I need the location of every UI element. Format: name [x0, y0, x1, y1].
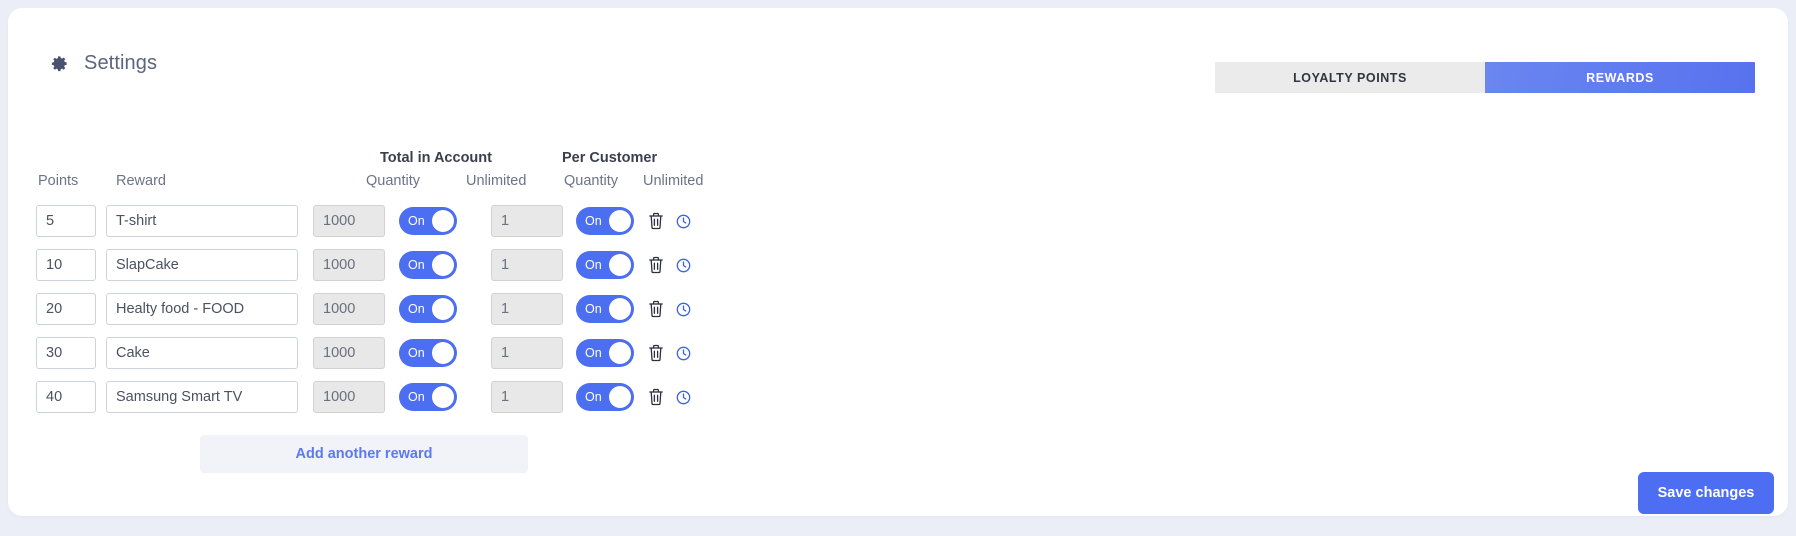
- toggle-knob: [609, 342, 631, 364]
- clock-icon[interactable]: [674, 387, 693, 408]
- column-header-points: Points: [38, 173, 79, 189]
- trash-icon[interactable]: [646, 387, 665, 408]
- settings-tab-group: LOYALTY POINTS REWARDS: [1215, 62, 1755, 93]
- per-customer-unlimited-toggle[interactable]: On: [576, 339, 634, 367]
- per-customer-quantity-input: [491, 381, 563, 413]
- total-unlimited-toggle[interactable]: On: [399, 207, 457, 235]
- trash-icon[interactable]: [646, 343, 665, 364]
- per-customer-quantity-input: [491, 293, 563, 325]
- toggle-knob: [609, 386, 631, 408]
- toggle-state-label: On: [585, 345, 602, 360]
- toggle-state-label: On: [408, 213, 425, 228]
- save-changes-button[interactable]: Save changes: [1638, 472, 1774, 514]
- reward-name-input[interactable]: [106, 249, 298, 281]
- reward-name-input[interactable]: [106, 293, 298, 325]
- reward-name-input[interactable]: [106, 337, 298, 369]
- trash-icon[interactable]: [646, 211, 665, 232]
- per-customer-quantity-input: [491, 249, 563, 281]
- page-title: Settings: [84, 52, 158, 74]
- clock-icon[interactable]: [674, 255, 693, 276]
- toggle-state-label: On: [408, 257, 425, 272]
- column-header-reward: Reward: [116, 173, 166, 189]
- toggle-state-label: On: [585, 257, 602, 272]
- toggle-knob: [609, 298, 631, 320]
- per-customer-quantity-input: [491, 205, 563, 237]
- toggle-knob: [432, 342, 454, 364]
- points-input[interactable]: [36, 337, 96, 369]
- total-unlimited-toggle[interactable]: On: [399, 295, 457, 323]
- gear-icon: [50, 54, 69, 73]
- points-input[interactable]: [36, 205, 96, 237]
- table-column-header-row: Points Reward Quantity Unlimited Quantit…: [36, 173, 703, 196]
- tab-rewards[interactable]: REWARDS: [1485, 62, 1755, 93]
- toggle-knob: [432, 386, 454, 408]
- toggle-state-label: On: [408, 345, 425, 360]
- points-input[interactable]: [36, 249, 96, 281]
- clock-icon[interactable]: [674, 211, 693, 232]
- tab-loyalty-points[interactable]: LOYALTY POINTS: [1215, 62, 1485, 93]
- table-row: On On: [36, 205, 693, 237]
- per-customer-unlimited-toggle[interactable]: On: [576, 295, 634, 323]
- reward-name-input[interactable]: [106, 205, 298, 237]
- table-row: On On: [36, 381, 693, 413]
- page-header: Settings: [50, 53, 157, 73]
- toggle-state-label: On: [408, 301, 425, 316]
- table-row: On On: [36, 249, 693, 281]
- column-header-total-quantity: Quantity: [366, 173, 420, 189]
- toggle-state-label: On: [585, 213, 602, 228]
- group-header-per-customer: Per Customer: [562, 150, 658, 166]
- total-unlimited-toggle[interactable]: On: [399, 383, 457, 411]
- column-header-per-unlimited: Unlimited: [643, 173, 704, 189]
- toggle-state-label: On: [408, 389, 425, 404]
- group-header-total-in-account: Total in Account: [380, 150, 492, 166]
- points-input[interactable]: [36, 381, 96, 413]
- table-group-header-row: Total in Account Per Customer: [36, 150, 693, 172]
- points-input[interactable]: [36, 293, 96, 325]
- total-quantity-input: [313, 249, 385, 281]
- total-quantity-input: [313, 293, 385, 325]
- reward-rows: On On On On On On On On On On: [36, 205, 693, 413]
- total-quantity-input: [313, 381, 385, 413]
- settings-card: Settings LOYALTY POINTS REWARDS Total in…: [8, 8, 1788, 516]
- toggle-knob: [432, 254, 454, 276]
- per-customer-unlimited-toggle[interactable]: On: [576, 207, 634, 235]
- per-customer-unlimited-toggle[interactable]: On: [576, 251, 634, 279]
- toggle-knob: [432, 210, 454, 232]
- total-quantity-input: [313, 205, 385, 237]
- table-row: On On: [36, 293, 693, 325]
- per-customer-quantity-input: [491, 337, 563, 369]
- table-row: On On: [36, 337, 693, 369]
- total-unlimited-toggle[interactable]: On: [399, 251, 457, 279]
- column-header-total-unlimited: Unlimited: [466, 173, 527, 189]
- total-quantity-input: [313, 337, 385, 369]
- rewards-table: Total in Account Per Customer Points Rew…: [36, 150, 703, 425]
- toggle-knob: [432, 298, 454, 320]
- toggle-knob: [609, 210, 631, 232]
- reward-name-input[interactable]: [106, 381, 298, 413]
- toggle-knob: [609, 254, 631, 276]
- clock-icon[interactable]: [674, 343, 693, 364]
- trash-icon[interactable]: [646, 299, 665, 320]
- toggle-state-label: On: [585, 389, 602, 404]
- clock-icon[interactable]: [674, 299, 693, 320]
- per-customer-unlimited-toggle[interactable]: On: [576, 383, 634, 411]
- total-unlimited-toggle[interactable]: On: [399, 339, 457, 367]
- add-another-reward-button[interactable]: Add another reward: [200, 435, 528, 473]
- toggle-state-label: On: [585, 301, 602, 316]
- trash-icon[interactable]: [646, 255, 665, 276]
- column-header-per-quantity: Quantity: [564, 173, 618, 189]
